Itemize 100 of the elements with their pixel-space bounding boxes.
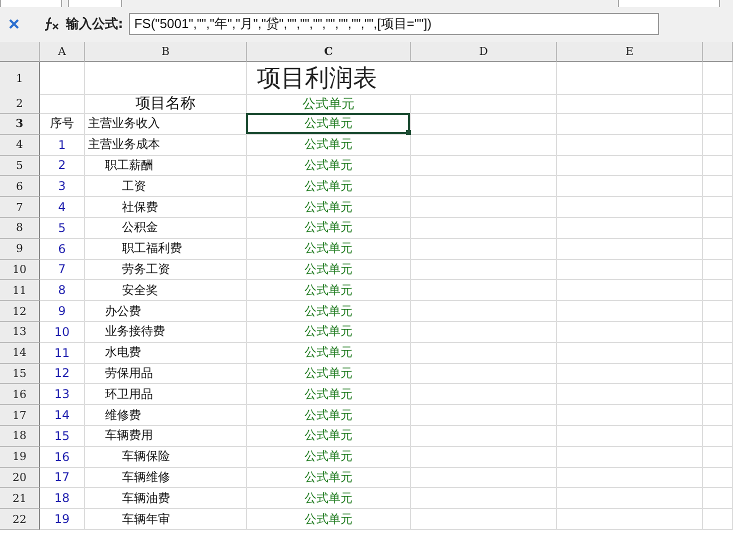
empty-cell[interactable] [411, 384, 557, 406]
row-header[interactable]: 5 [0, 156, 40, 176]
empty-cell[interactable] [557, 260, 703, 280]
empty-cell[interactable] [411, 446, 557, 468]
empty-cell[interactable] [411, 342, 557, 364]
empty-cell[interactable] [411, 260, 557, 280]
empty-cell[interactable] [411, 509, 557, 530]
empty-cell[interactable] [703, 134, 733, 156]
empty-cell[interactable] [703, 364, 733, 384]
empty-cell[interactable] [557, 280, 703, 302]
empty-cell[interactable] [557, 301, 703, 322]
function-icon[interactable] [44, 17, 60, 31]
row-header[interactable]: 2 [0, 94, 40, 114]
empty-cell[interactable] [557, 468, 703, 488]
empty-cell[interactable] [557, 218, 703, 239]
row-header[interactable]: 3 [0, 114, 40, 135]
empty-cell[interactable] [411, 114, 557, 135]
empty-cell[interactable] [557, 446, 703, 468]
empty-cell[interactable] [85, 62, 247, 95]
row-header[interactable]: 12 [0, 301, 40, 322]
empty-cell[interactable] [411, 364, 557, 384]
empty-cell[interactable] [411, 156, 557, 176]
table-cell: 职工福利费 [122, 240, 182, 258]
empty-cell[interactable] [557, 322, 703, 343]
row-header[interactable]: 21 [0, 488, 40, 510]
empty-cell[interactable] [557, 426, 703, 447]
empty-cell[interactable] [557, 488, 703, 510]
empty-cell[interactable] [411, 94, 557, 114]
empty-cell[interactable] [411, 426, 557, 447]
empty-cell[interactable] [557, 62, 703, 95]
empty-cell[interactable] [703, 488, 733, 510]
column-header[interactable]: A [40, 42, 85, 62]
empty-cell[interactable] [557, 114, 703, 135]
empty-cell[interactable] [411, 238, 557, 260]
empty-cell[interactable] [411, 62, 557, 95]
empty-cell[interactable] [703, 446, 733, 468]
empty-cell[interactable] [703, 342, 733, 364]
select-all-corner[interactable] [0, 42, 40, 62]
row-header[interactable]: 18 [0, 426, 40, 447]
empty-cell[interactable] [411, 468, 557, 488]
row-header[interactable]: 16 [0, 384, 40, 406]
row-header[interactable]: 4 [0, 134, 40, 156]
empty-cell[interactable] [411, 218, 557, 239]
empty-cell[interactable] [557, 342, 703, 364]
empty-cell[interactable] [411, 488, 557, 510]
empty-cell[interactable] [557, 384, 703, 406]
row-header[interactable]: 22 [0, 509, 40, 530]
empty-cell[interactable] [557, 176, 703, 198]
empty-cell[interactable] [411, 197, 557, 218]
empty-cell[interactable] [557, 509, 703, 530]
row-header[interactable]: 10 [0, 260, 40, 280]
empty-cell[interactable] [703, 509, 733, 530]
empty-cell[interactable] [703, 156, 733, 176]
empty-cell[interactable] [703, 426, 733, 447]
empty-cell[interactable] [703, 176, 733, 198]
row-header[interactable]: 9 [0, 238, 40, 260]
close-icon[interactable] [8, 18, 20, 30]
empty-cell[interactable] [557, 238, 703, 260]
row-header[interactable]: 6 [0, 176, 40, 198]
empty-cell[interactable] [703, 238, 733, 260]
column-header[interactable]: E [557, 42, 703, 62]
empty-cell[interactable] [557, 156, 703, 176]
empty-cell[interactable] [411, 280, 557, 302]
empty-cell[interactable] [703, 114, 733, 135]
column-header[interactable]: D [411, 42, 557, 62]
empty-cell[interactable] [557, 134, 703, 156]
empty-cell[interactable] [411, 134, 557, 156]
column-header[interactable]: B [85, 42, 247, 62]
empty-cell[interactable] [703, 218, 733, 239]
empty-cell[interactable] [411, 322, 557, 343]
empty-cell[interactable] [703, 405, 733, 426]
row-header[interactable]: 14 [0, 342, 40, 364]
column-header[interactable]: C [247, 42, 411, 62]
empty-cell[interactable] [703, 301, 733, 322]
empty-cell[interactable] [703, 468, 733, 488]
formula-input[interactable]: FS("5001","","年","月","贷","","","","","","","",[项目=""]) [129, 13, 660, 35]
empty-cell[interactable] [703, 197, 733, 218]
row-header[interactable]: 15 [0, 364, 40, 384]
row-header[interactable]: 8 [0, 218, 40, 239]
empty-cell[interactable] [557, 405, 703, 426]
empty-cell[interactable] [703, 260, 733, 280]
row-header[interactable]: 11 [0, 280, 40, 302]
empty-cell[interactable] [411, 301, 557, 322]
row-header[interactable]: 1 [0, 62, 40, 95]
row-header[interactable]: 19 [0, 446, 40, 468]
column-header[interactable] [703, 42, 733, 62]
empty-cell[interactable] [557, 94, 703, 114]
row-header[interactable]: 17 [0, 405, 40, 426]
empty-cell[interactable] [557, 364, 703, 384]
table-cell: 19 [54, 512, 70, 526]
empty-cell[interactable] [703, 322, 733, 343]
empty-cell[interactable] [411, 405, 557, 426]
empty-cell[interactable] [703, 280, 733, 302]
empty-cell[interactable] [703, 384, 733, 406]
row-header[interactable]: 20 [0, 468, 40, 488]
empty-cell[interactable] [411, 176, 557, 198]
empty-cell[interactable] [703, 94, 733, 114]
empty-cell[interactable] [557, 197, 703, 218]
row-header[interactable]: 13 [0, 322, 40, 343]
row-header[interactable]: 7 [0, 197, 40, 218]
